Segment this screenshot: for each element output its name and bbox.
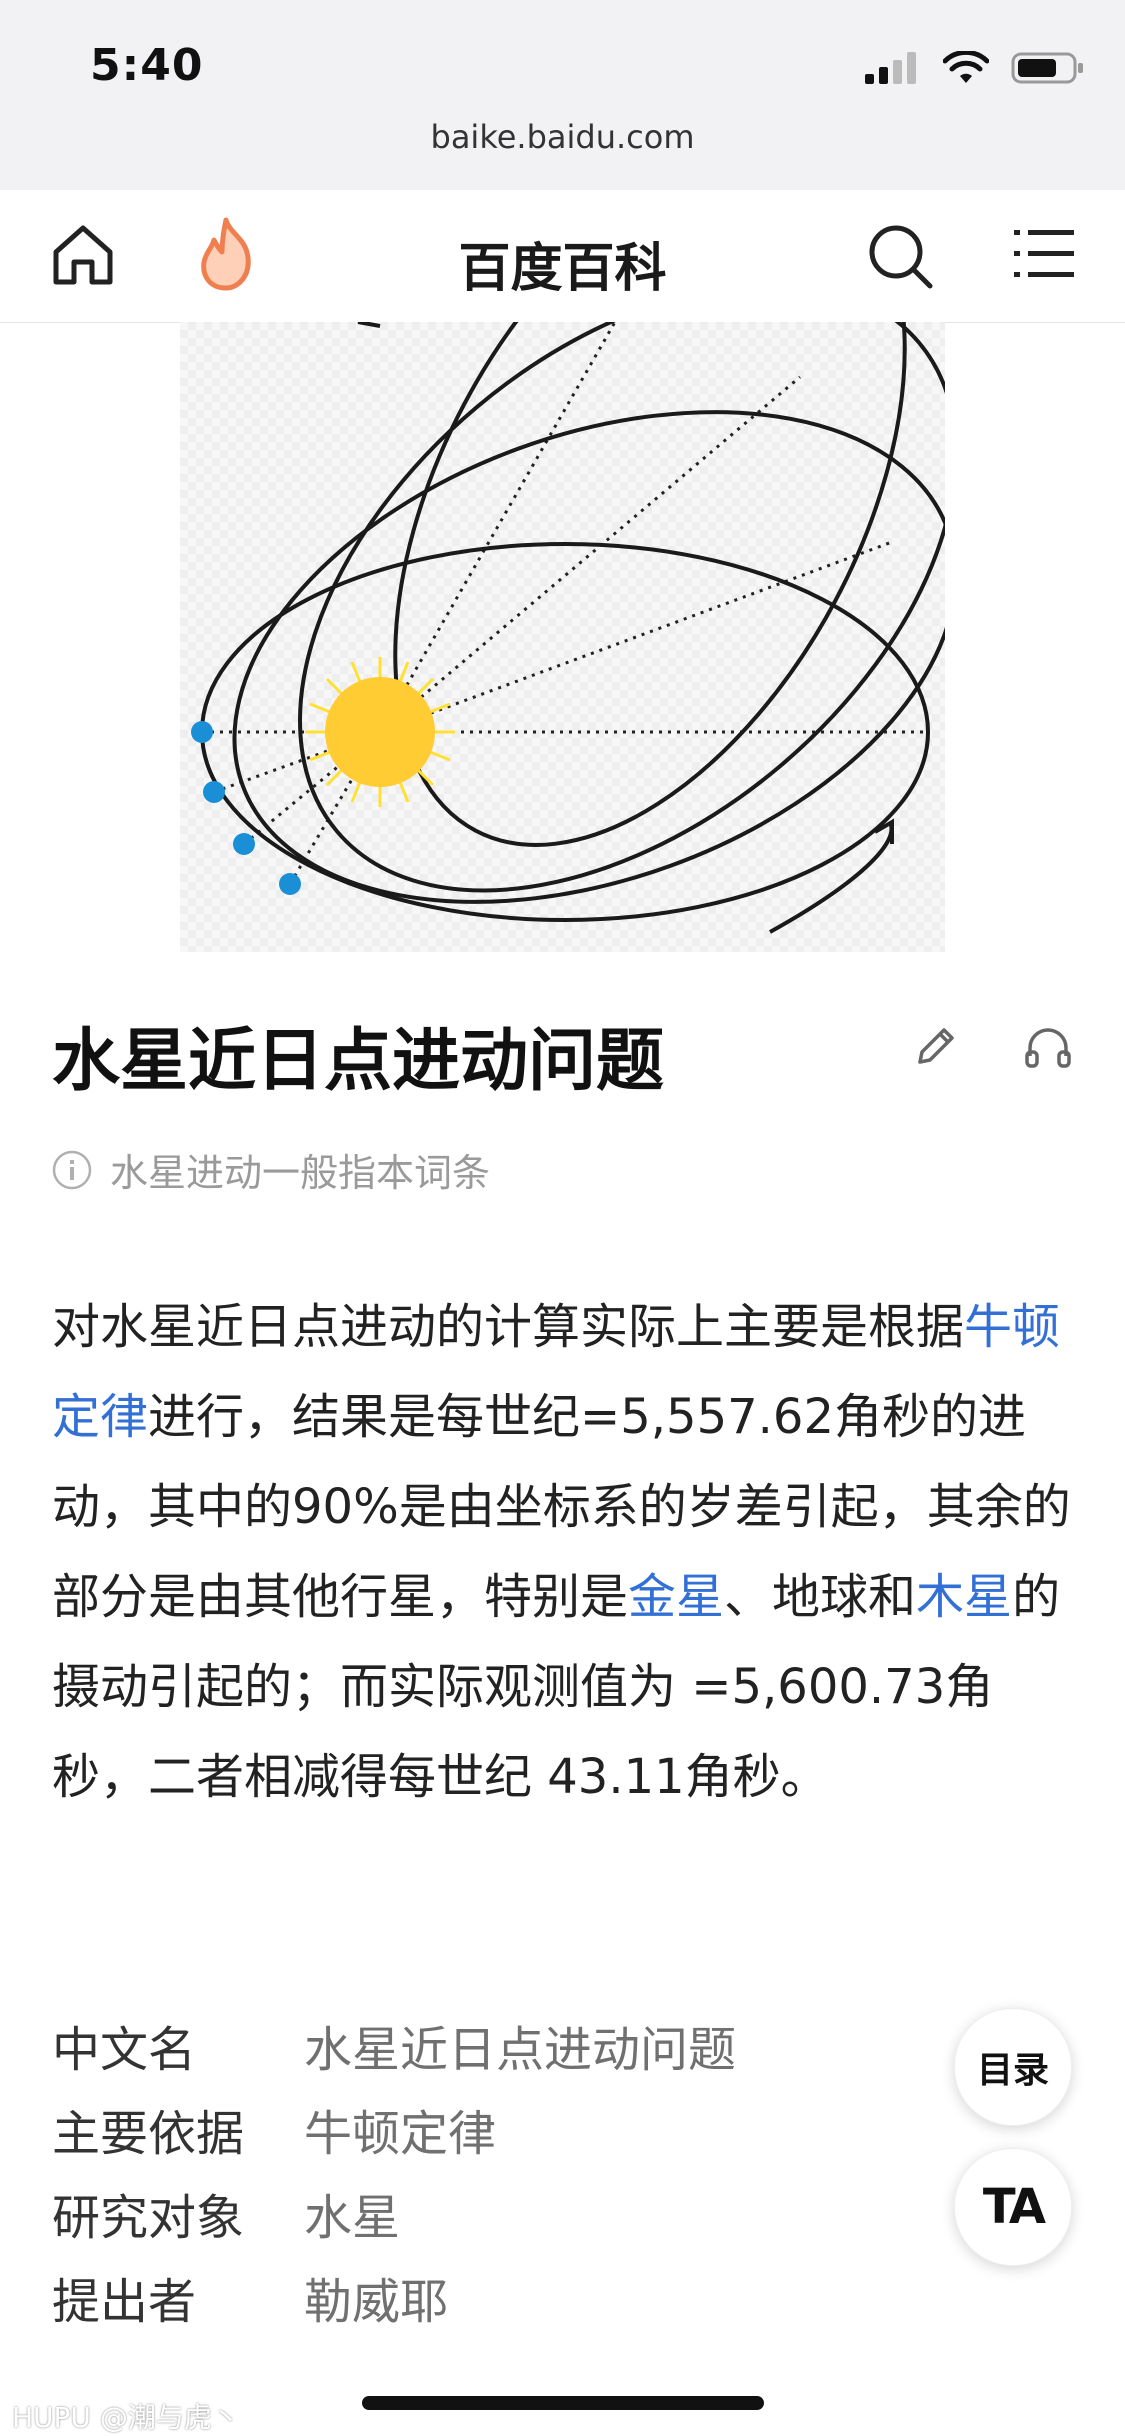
infobox-key: 研究对象	[52, 2190, 245, 2246]
infobox-key: 提出者	[52, 2274, 197, 2330]
disambiguation-text: 水星进动一般指本词条	[110, 1151, 491, 1195]
sun-icon	[325, 677, 435, 787]
infobox-value: 水星	[304, 2190, 401, 2246]
watermark: HUPU @潮与虎丶	[12, 2401, 240, 2434]
link-jupiter[interactable]: 木星	[916, 1569, 1012, 1625]
article-summary: 对水星近日点进动的计算实际上主要是根据牛顿定律进行，结果是每世纪=5,557.6…	[52, 1282, 1072, 1822]
status-icons	[865, 48, 1085, 88]
info-icon	[52, 1150, 92, 1189]
summary-text-1: 对水星近日点进动的计算实际上主要是根据	[52, 1299, 965, 1355]
infobox-value: 牛顿定律	[304, 2106, 497, 2162]
edit-icon[interactable]	[910, 1022, 960, 1072]
summary-text-3: 、地球和	[724, 1569, 917, 1625]
infobox-key: 主要依据	[52, 2106, 245, 2162]
infobox-key: 中文名	[52, 2022, 197, 2078]
status-time: 5:40	[90, 40, 204, 91]
infobox-value: 勒威耶	[304, 2274, 449, 2330]
signal-icon	[865, 52, 916, 84]
site-title: 百度百科	[458, 239, 667, 299]
search-icon[interactable]	[864, 220, 936, 292]
browser-top-chrome: 5:40 baike.baidu.com	[0, 0, 1125, 191]
top-nav-bar: 百度百科	[0, 190, 1125, 323]
home-indicator[interactable]	[362, 2396, 764, 2410]
home-icon[interactable]	[48, 220, 118, 290]
toc-button[interactable]: 目录	[954, 2008, 1072, 2126]
font-size-button[interactable]: TA	[954, 2148, 1072, 2266]
article-image[interactable]	[180, 157, 958, 952]
headphones-icon[interactable]	[1022, 1022, 1074, 1072]
wifi-icon	[943, 51, 989, 83]
infobox-value: 水星近日点进动问题	[304, 2022, 737, 2078]
flame-icon[interactable]	[190, 216, 262, 292]
precession-diagram	[191, 157, 958, 934]
menu-icon[interactable]	[1014, 224, 1076, 284]
disambiguation-note: 水星进动一般指本词条	[52, 1142, 490, 1197]
battery-icon	[1011, 52, 1083, 84]
url-bar[interactable]: baike.baidu.com	[0, 118, 1125, 156]
article-title: 水星近日点进动问题	[52, 1022, 665, 1101]
link-venus[interactable]: 金星	[628, 1569, 724, 1625]
